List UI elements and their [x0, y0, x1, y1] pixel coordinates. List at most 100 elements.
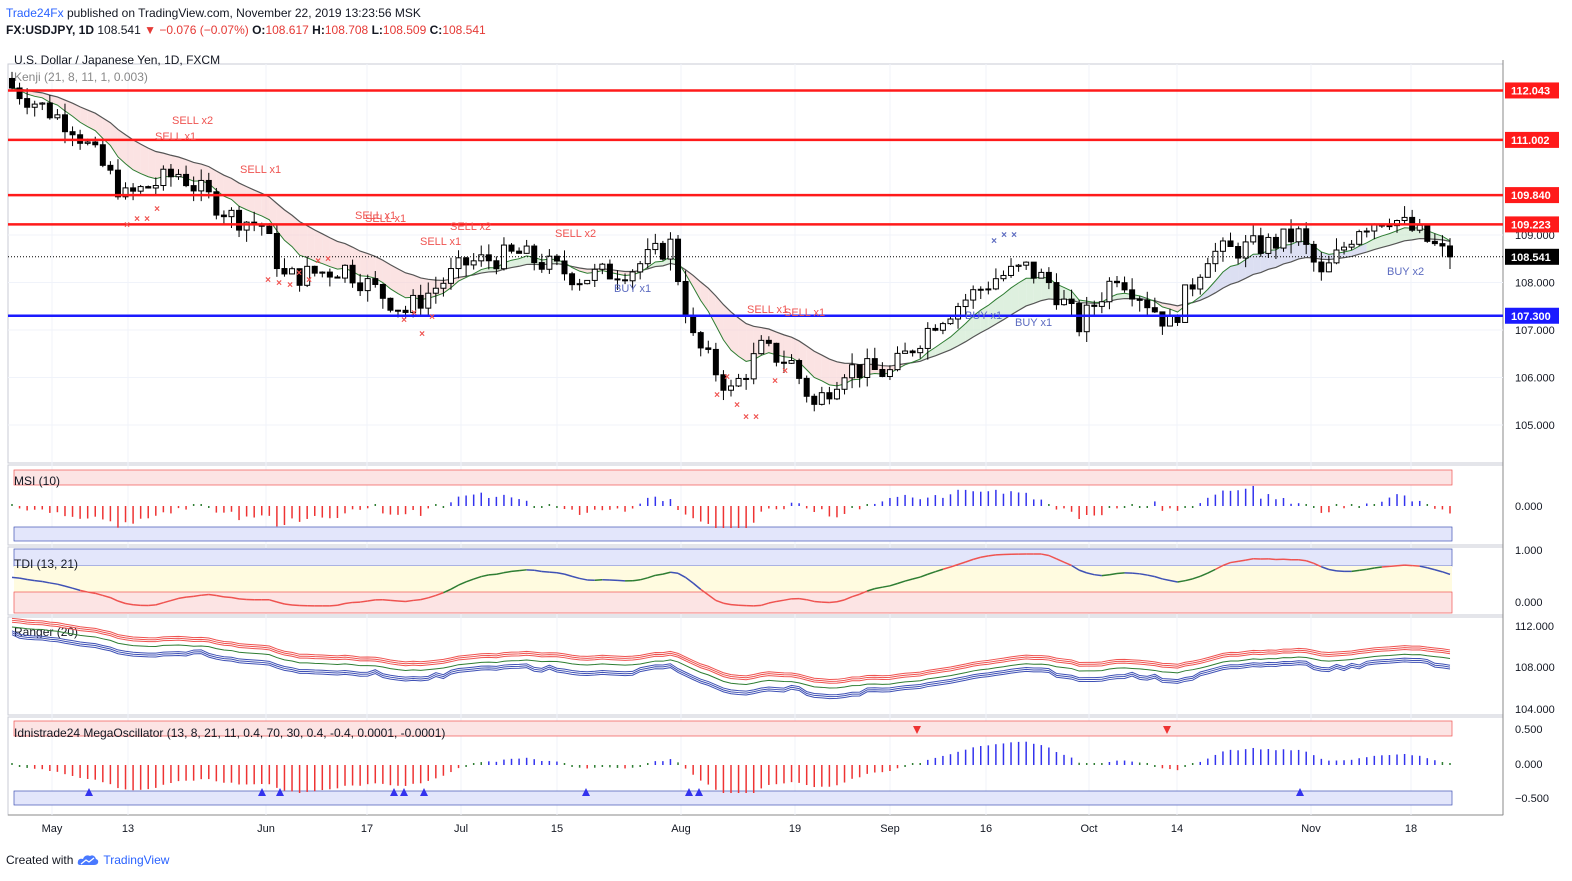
candle — [690, 315, 697, 334]
signal-marker: × — [287, 280, 293, 291]
candle — [796, 360, 803, 379]
tdi-line-segment — [1374, 566, 1382, 569]
candle — [289, 268, 296, 275]
x-tick-label: 15 — [551, 823, 563, 835]
candle — [311, 265, 318, 274]
candle — [137, 186, 144, 192]
candle — [152, 185, 159, 189]
candle — [1113, 280, 1120, 284]
candle — [183, 173, 190, 187]
candle — [1197, 276, 1204, 290]
candle — [455, 257, 462, 270]
candle — [1447, 245, 1453, 258]
candle — [46, 102, 53, 119]
candle — [190, 185, 197, 192]
y-tick-label: 108.000 — [1515, 278, 1555, 290]
tdi-upper-band — [13, 548, 1453, 567]
candle — [1098, 301, 1105, 307]
tradingview-brand[interactable]: TradingView — [103, 853, 169, 867]
candle — [485, 254, 492, 262]
signal-marker: × — [276, 278, 282, 289]
candle — [357, 282, 364, 292]
candle — [841, 377, 848, 390]
candle — [107, 164, 114, 171]
candle — [523, 245, 530, 254]
tdi-line-segment — [148, 604, 156, 607]
candle — [1363, 230, 1370, 233]
candle — [1431, 240, 1438, 245]
level-price-label: 109.223 — [1511, 219, 1551, 231]
signal-marker: × — [401, 315, 407, 326]
tdi-line-segment — [1396, 564, 1405, 567]
candle — [985, 288, 992, 291]
candle — [470, 260, 477, 266]
candle — [508, 244, 515, 252]
candle — [1038, 271, 1045, 279]
x-tick-label: Sep — [880, 823, 900, 835]
candle — [697, 332, 704, 349]
candle — [99, 144, 106, 166]
signal-marker: × — [325, 254, 331, 265]
tdi-line-segment — [405, 599, 414, 603]
x-tick-label: Jun — [257, 823, 275, 835]
candle — [902, 350, 909, 354]
tdi-line-segment — [413, 598, 421, 602]
tdi-title: TDI (13, 21) — [14, 557, 78, 571]
candle — [1166, 315, 1173, 327]
msi-lower-band — [13, 526, 1453, 542]
signal-marker: × — [419, 329, 425, 340]
x-tick-label: Aug — [671, 823, 691, 835]
candle — [145, 186, 152, 189]
signal-marker: × — [306, 275, 312, 286]
level-price-label: 111.002 — [1511, 135, 1550, 147]
msi-title: MSI (10) — [14, 474, 60, 488]
chart-canvas[interactable]: May 13 Jun 17 Jul 15 Aug 19 Sep 16 Oct 14 Nov 18109.0… — [0, 0, 1572, 881]
candle — [228, 209, 235, 218]
tdi-line-segment — [1298, 558, 1307, 562]
tdi-line-segment — [814, 600, 822, 603]
candle — [538, 262, 545, 270]
signal-label: BUY x2 — [1387, 266, 1424, 278]
tdi-line-segment — [1412, 564, 1420, 567]
tdi-line-segment — [549, 571, 557, 574]
candle — [1265, 236, 1272, 254]
candle — [962, 299, 969, 308]
kenji-cloud-segment — [360, 251, 368, 277]
candle — [637, 263, 644, 273]
candle — [1257, 235, 1264, 254]
tdi-line-segment — [829, 601, 838, 604]
candle — [614, 278, 621, 281]
candle — [54, 114, 61, 119]
candle — [894, 352, 901, 371]
candle — [167, 168, 174, 178]
x-tick-label: 19 — [789, 823, 801, 835]
tdi-line-segment — [632, 579, 641, 582]
candle — [826, 392, 833, 400]
kenji-cloud-segment — [307, 225, 315, 262]
kenji-cloud-segment — [299, 221, 308, 258]
kenji-cloud-segment — [329, 237, 338, 270]
candle — [478, 254, 485, 262]
tdi-line-segment — [1351, 569, 1360, 573]
candle — [1068, 298, 1075, 304]
ranger-y-tick: 112.000 — [1515, 621, 1554, 633]
candle — [1144, 299, 1151, 309]
candle — [743, 377, 750, 380]
signal-marker: × — [265, 275, 271, 286]
candle — [1401, 216, 1408, 222]
mega-y-tick: −0.500 — [1515, 793, 1549, 805]
level-price-label: 107.300 — [1511, 311, 1551, 323]
candle — [205, 179, 212, 193]
signal-label: SELL x1 — [240, 164, 281, 176]
ranger-y-tick: 104.000 — [1515, 704, 1555, 716]
kenji-cloud-segment — [261, 193, 270, 220]
kenji-cloud-segment — [783, 334, 792, 358]
x-tick-label: 16 — [980, 823, 992, 835]
y-tick-label: 107.000 — [1515, 325, 1555, 337]
candle — [932, 327, 939, 331]
candle — [584, 279, 591, 285]
x-tick-label: 18 — [1405, 823, 1417, 835]
candle — [1023, 261, 1030, 266]
signal-label: SELL x1 — [747, 304, 788, 316]
kenji-cloud-segment — [738, 318, 747, 362]
